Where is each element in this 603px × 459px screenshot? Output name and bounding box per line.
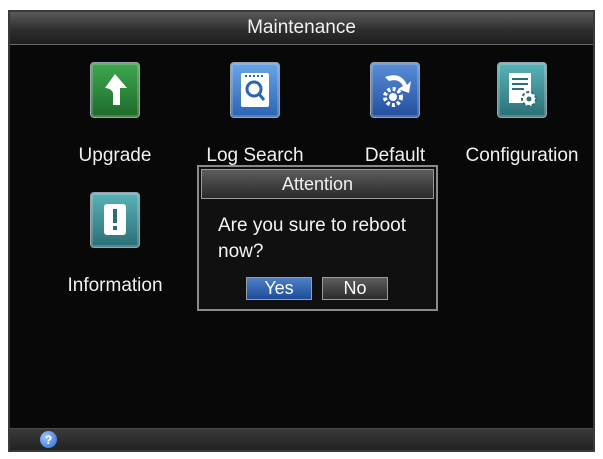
default-gear-icon bbox=[370, 62, 420, 118]
status-bar: ? bbox=[10, 428, 593, 450]
dialog-message: Are you sure to reboot now? bbox=[218, 215, 406, 262]
window-title: Maintenance bbox=[10, 12, 593, 45]
help-icon[interactable]: ? bbox=[40, 431, 57, 448]
log-search-icon bbox=[230, 62, 280, 118]
menu-item-configuration[interactable]: Configuration bbox=[447, 62, 593, 187]
menu-item-label: Upgrade bbox=[78, 145, 152, 166]
menu-item-label: Configuration bbox=[465, 145, 579, 166]
dialog-title: Attention bbox=[201, 169, 434, 199]
menu-item-label: Default bbox=[364, 145, 426, 166]
menu-item-label: Log Search bbox=[206, 145, 304, 166]
configuration-icon bbox=[497, 62, 547, 118]
upgrade-arrow-icon bbox=[90, 62, 140, 118]
menu-item-information[interactable]: Information bbox=[50, 192, 180, 317]
attention-dialog: Attention Are you sure to reboot now? Ye… bbox=[197, 165, 438, 311]
information-icon bbox=[90, 192, 140, 248]
yes-button[interactable]: Yes bbox=[246, 277, 312, 300]
maintenance-window: Maintenance Upgrade Log Search Default C… bbox=[8, 10, 595, 452]
no-button[interactable]: No bbox=[322, 277, 388, 300]
menu-item-upgrade[interactable]: Upgrade bbox=[50, 62, 180, 187]
menu-item-label: Information bbox=[67, 275, 163, 296]
